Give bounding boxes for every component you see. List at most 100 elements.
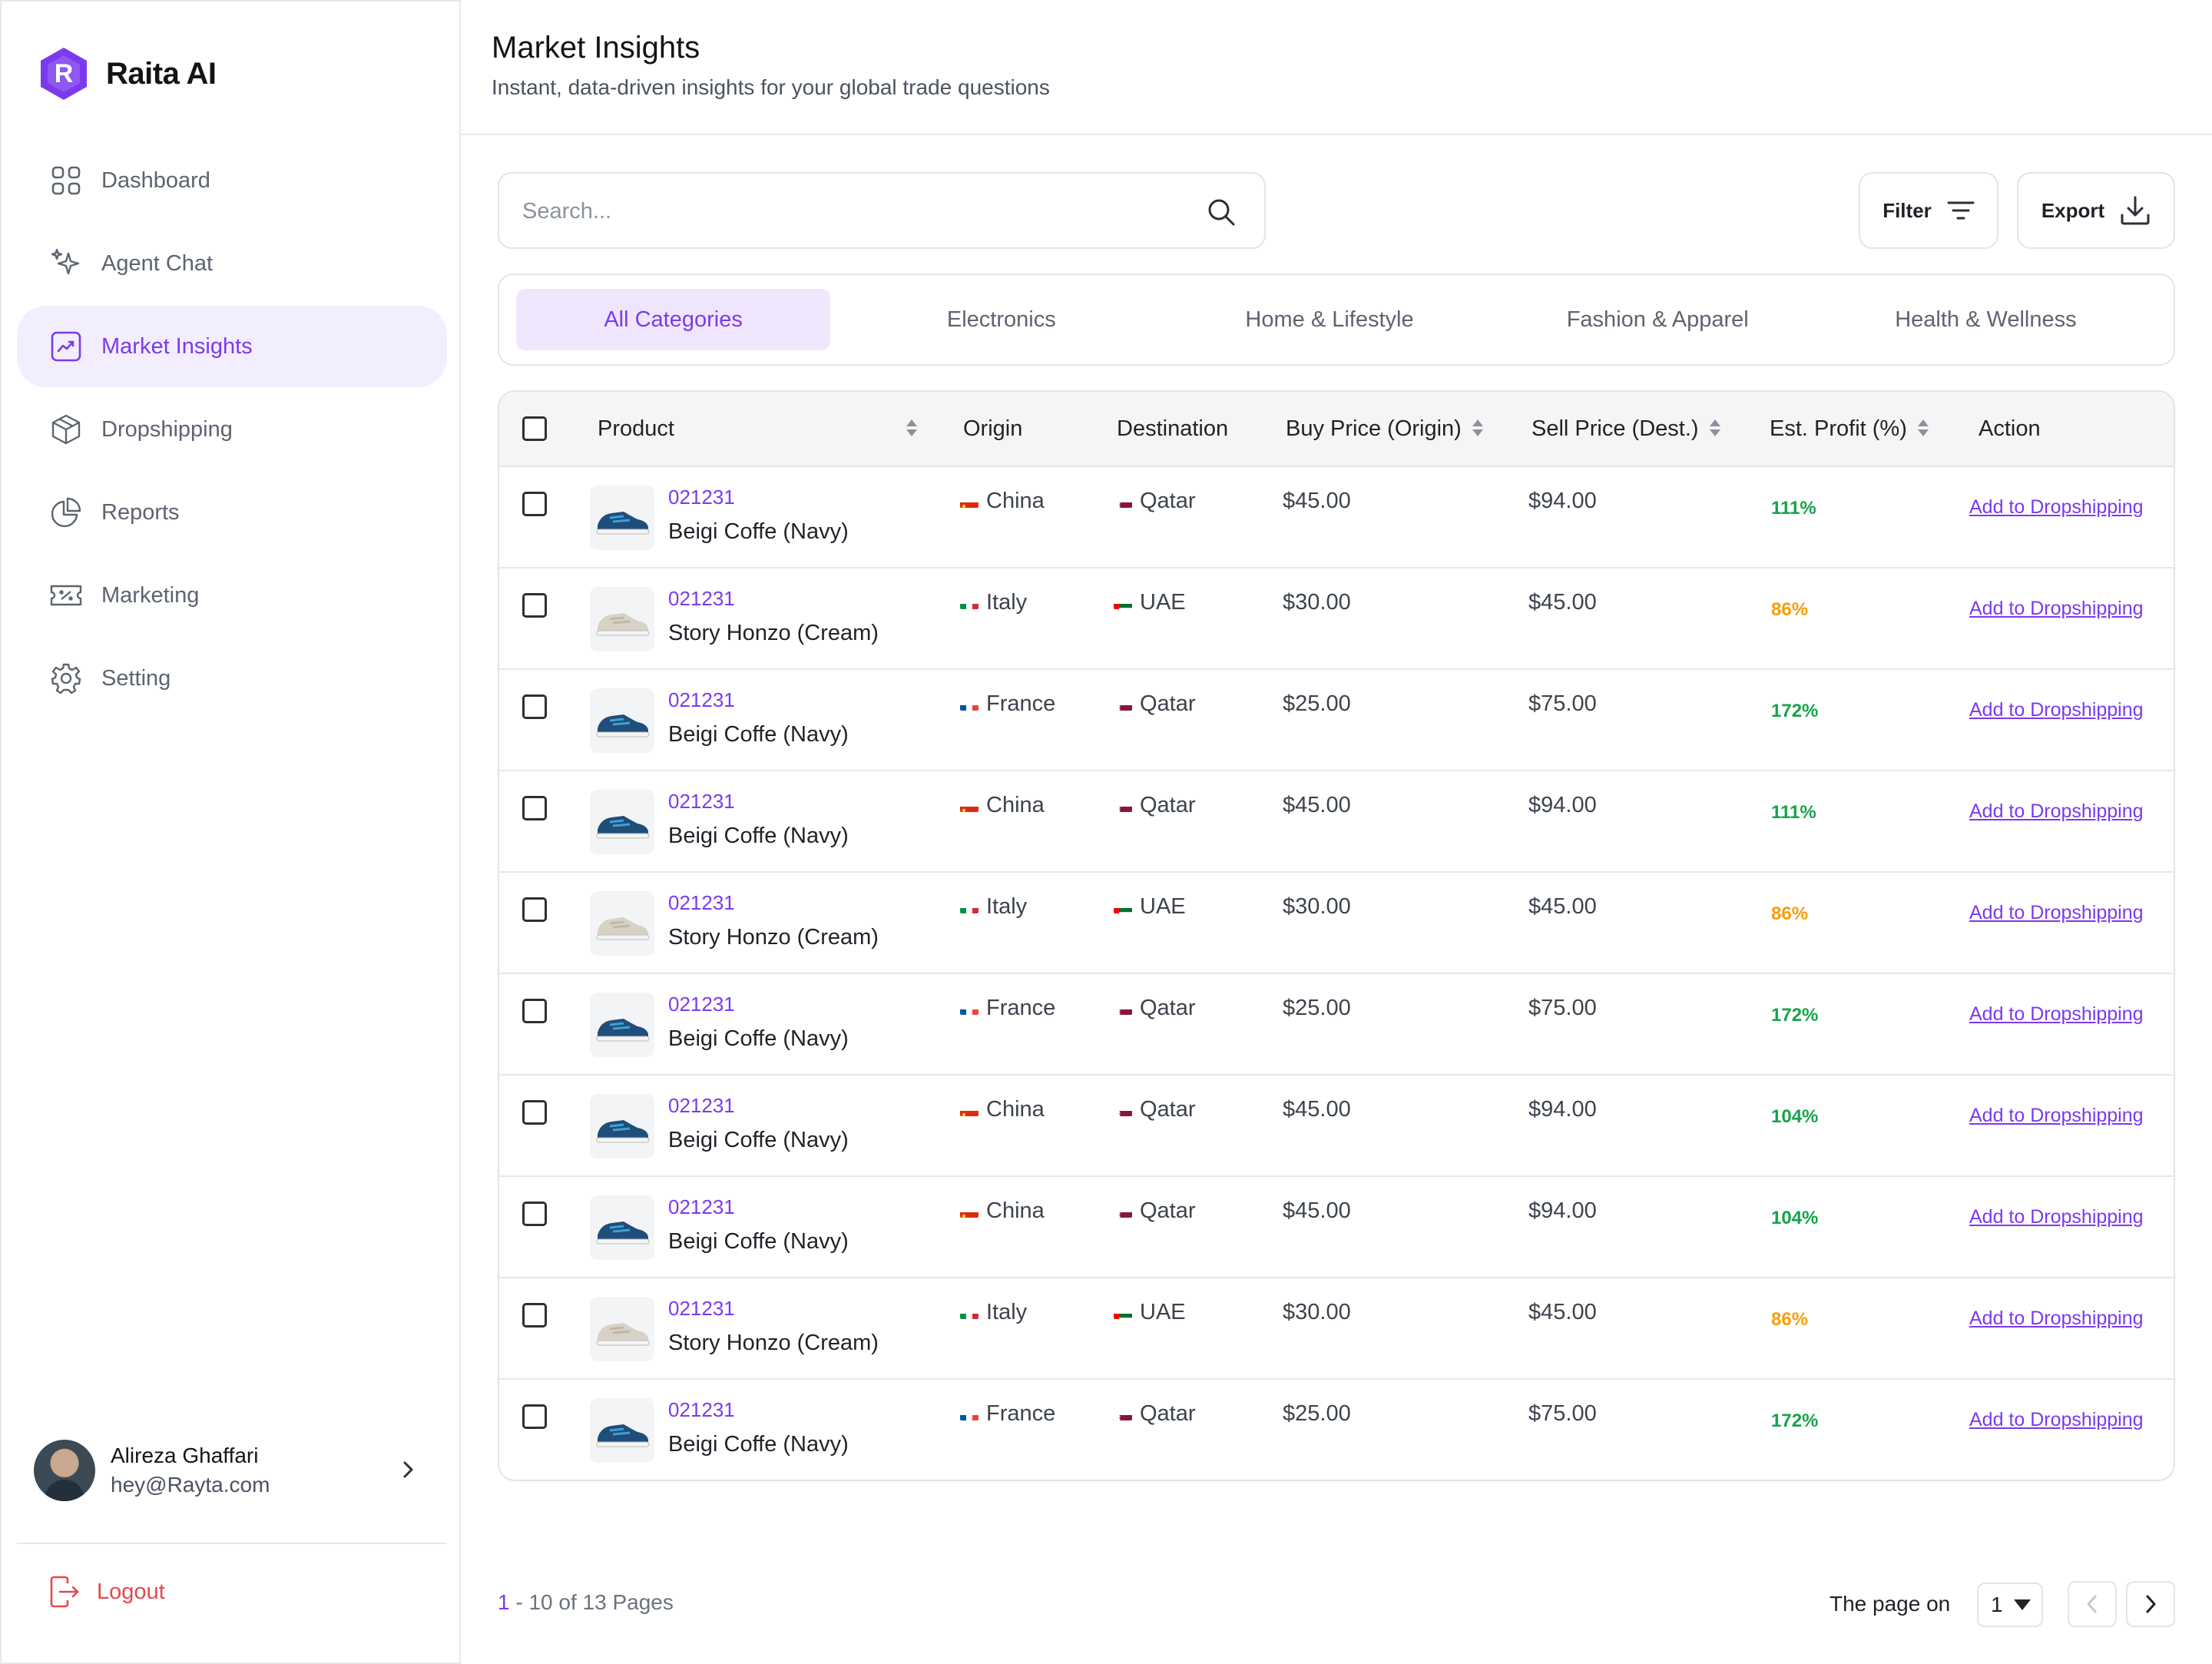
row-checkbox[interactable] — [522, 694, 547, 719]
product-id[interactable]: 021231 — [668, 1398, 735, 1422]
page-subtitle: Instant, data-driven insights for your g… — [492, 75, 1050, 99]
tab-health-wellness[interactable]: Health & Wellness — [1829, 289, 2143, 350]
qatar-flag-icon — [1114, 800, 1132, 812]
row-checkbox[interactable] — [522, 897, 547, 922]
select-all-checkbox[interactable] — [522, 416, 547, 441]
column-header-action: Action — [1979, 392, 2041, 466]
destination-country: Qatar — [1140, 996, 1196, 1020]
product-id[interactable]: 021231 — [668, 1297, 735, 1321]
row-checkbox[interactable] — [522, 1404, 547, 1429]
product-id[interactable]: 021231 — [668, 993, 735, 1016]
tab-fashion-apparel[interactable]: Fashion & Apparel — [1501, 289, 1815, 350]
origin-cell: France — [960, 1401, 1055, 1427]
table-row: 021231 Beigi Coffe (Navy) China Qatar $45.00… — [499, 771, 2174, 873]
add-to-dropshipping-link[interactable]: Add to Dropshipping — [1969, 902, 2144, 924]
add-to-dropshipping-link[interactable]: Add to Dropshipping — [1969, 1409, 2144, 1431]
sell-price: $75.00 — [1528, 691, 1597, 716]
sort-icon[interactable] — [1472, 419, 1483, 438]
sidebar-item-label: Setting — [101, 665, 171, 691]
user-profile[interactable]: Alireza Ghaffari hey@Rayta.com — [34, 1437, 426, 1504]
sidebar-item-agent-chat[interactable]: Agent Chat — [17, 223, 447, 304]
est-profit: 104% — [1771, 1106, 1819, 1127]
column-header-product[interactable]: Product — [598, 392, 674, 466]
table-row: 021231 Beigi Coffe (Navy) France Qatar $25.0… — [499, 670, 2174, 771]
sidebar-item-marketing[interactable]: Marketing — [17, 555, 447, 636]
sidebar-item-dashboard[interactable]: Dashboard — [17, 140, 447, 221]
column-header-buy-price[interactable]: Buy Price (Origin) — [1286, 392, 1483, 466]
row-checkbox[interactable] — [522, 593, 547, 618]
product-thumbnail — [590, 1094, 654, 1159]
add-to-dropshipping-link[interactable]: Add to Dropshipping — [1969, 598, 2144, 620]
next-page-button[interactable] — [2126, 1581, 2175, 1627]
brand[interactable]: R Raita AI — [38, 46, 217, 101]
table-row: 021231 Story Honzo (Cream) Italy UAE $30.00 $… — [499, 568, 2174, 670]
previous-page-button[interactable] — [2068, 1581, 2117, 1627]
chevron-right-icon[interactable] — [396, 1458, 419, 1481]
tab-electronics[interactable]: Electronics — [844, 289, 1158, 350]
export-label: Export — [2041, 198, 2105, 222]
sort-icon[interactable] — [1917, 419, 1929, 438]
row-checkbox[interactable] — [522, 796, 547, 820]
add-to-dropshipping-link[interactable]: Add to Dropshipping — [1969, 699, 2144, 721]
sidebar-item-reports[interactable]: Reports — [17, 472, 447, 553]
origin-country: France — [986, 996, 1056, 1020]
add-to-dropshipping-link[interactable]: Add to Dropshipping — [1969, 1206, 2144, 1228]
sidebar-item-setting[interactable]: Setting — [17, 638, 447, 719]
product-id[interactable]: 021231 — [668, 891, 735, 915]
add-to-dropshipping-link[interactable]: Add to Dropshipping — [1969, 1308, 2144, 1330]
row-checkbox[interactable] — [522, 1100, 547, 1125]
origin-cell: Italy — [960, 1300, 1027, 1325]
sell-price: $94.00 — [1528, 793, 1597, 817]
column-header-est-profit[interactable]: Est. Profit (%) — [1770, 392, 1929, 466]
column-label: Sell Price (Dest.) — [1532, 416, 1699, 441]
raita-logo-icon: R — [41, 48, 87, 100]
china-flag-icon — [960, 1104, 979, 1116]
buy-price: $45.00 — [1283, 1198, 1351, 1223]
qatar-flag-icon — [1114, 1003, 1132, 1015]
origin-country: Italy — [986, 1300, 1028, 1324]
origin-country: France — [986, 1401, 1056, 1426]
sidebar-item-dropshipping[interactable]: Dropshipping — [17, 389, 447, 470]
product-id[interactable]: 021231 — [668, 1195, 735, 1219]
destination-cell: Qatar — [1114, 996, 1196, 1021]
add-to-dropshipping-link[interactable]: Add to Dropshipping — [1969, 1003, 2144, 1026]
product-id[interactable]: 021231 — [668, 790, 735, 814]
sort-icon[interactable] — [906, 419, 917, 438]
product-name: Story Honzo (Cream) — [668, 925, 879, 950]
search-icon[interactable] — [1206, 197, 1237, 227]
france-flag-icon — [960, 1408, 979, 1420]
row-checkbox[interactable] — [522, 1202, 547, 1226]
column-header-sell-price[interactable]: Sell Price (Dest.) — [1532, 392, 1720, 466]
product-name: Story Honzo (Cream) — [668, 621, 879, 645]
row-checkbox[interactable] — [522, 1303, 547, 1328]
logout-button[interactable]: Logout — [49, 1575, 165, 1609]
tab-home-lifestyle[interactable]: Home & Lifestyle — [1172, 289, 1486, 350]
row-checkbox[interactable] — [522, 492, 547, 516]
filter-button[interactable]: Filter — [1859, 172, 1998, 249]
product-id[interactable]: 021231 — [668, 587, 735, 611]
product-thumbnail — [590, 891, 654, 956]
product-name: Beigi Coffe (Navy) — [668, 519, 849, 544]
product-id[interactable]: 021231 — [668, 486, 735, 509]
destination-cell: Qatar — [1114, 1097, 1196, 1122]
origin-cell: China — [960, 1097, 1045, 1122]
add-to-dropshipping-link[interactable]: Add to Dropshipping — [1969, 801, 2144, 823]
tab-all-categories[interactable]: All Categories — [516, 289, 831, 350]
product-id[interactable]: 021231 — [668, 688, 735, 712]
product-id[interactable]: 021231 — [668, 1094, 735, 1118]
export-button[interactable]: Export — [2017, 172, 2175, 249]
add-to-dropshipping-link[interactable]: Add to Dropshipping — [1969, 496, 2144, 519]
sort-icon[interactable] — [1709, 419, 1720, 438]
page-select[interactable]: 1 — [1977, 1583, 2043, 1627]
search-input[interactable] — [522, 192, 1183, 230]
destination-cell: UAE — [1114, 1300, 1186, 1325]
add-to-dropshipping-link[interactable]: Add to Dropshipping — [1969, 1105, 2144, 1127]
row-checkbox[interactable] — [522, 999, 547, 1023]
sidebar-item-market-insights[interactable]: Market Insights — [17, 306, 447, 387]
destination-cell: Qatar — [1114, 691, 1196, 717]
origin-country: Italy — [986, 894, 1028, 919]
qatar-flag-icon — [1114, 698, 1132, 711]
est-profit: 172% — [1771, 701, 1819, 721]
sidebar-item-label: Agent Chat — [101, 250, 214, 276]
est-profit: 104% — [1771, 1208, 1819, 1228]
